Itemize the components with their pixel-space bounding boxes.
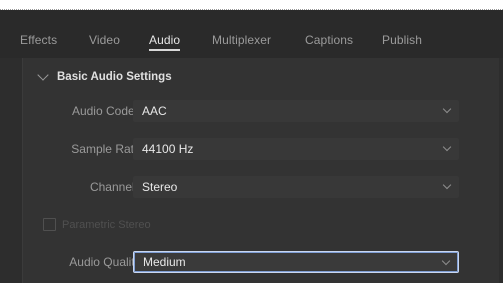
section-title: Basic Audio Settings [57, 71, 172, 83]
audio-quality-select[interactable]: Medium [133, 251, 459, 273]
parametric-stereo-option: Parametric Stereo [43, 218, 151, 231]
chevron-down-icon[interactable] [37, 69, 49, 81]
top-divider [0, 0, 503, 10]
export-settings-window: Effects Video Audio Multiplexer Captions… [0, 0, 503, 283]
sample-rate-row: Sample Rate: 44100 Hz [23, 138, 499, 162]
tab-bar: Effects Video Audio Multiplexer Captions… [0, 10, 503, 58]
audio-codec-select[interactable]: AAC [133, 100, 459, 122]
audio-codec-row: Audio Codec: AAC [23, 100, 499, 124]
chevron-down-icon [442, 180, 452, 190]
tab-captions[interactable]: Captions [305, 33, 353, 47]
sample-rate-value: 44100 Hz [142, 142, 194, 156]
tab-multiplexer[interactable]: Multiplexer [212, 33, 271, 47]
sample-rate-select[interactable]: 44100 Hz [133, 138, 459, 160]
channels-select[interactable]: Stereo [133, 176, 459, 198]
channels-row: Channels: Stereo [23, 176, 499, 200]
tab-effects[interactable]: Effects [20, 33, 57, 47]
channels-value: Stereo [142, 180, 178, 194]
tab-publish[interactable]: Publish [382, 33, 422, 47]
basic-audio-settings-header[interactable]: Basic Audio Settings [37, 68, 172, 86]
chevron-down-icon [442, 104, 452, 114]
tab-video[interactable]: Video [89, 33, 120, 47]
tab-audio[interactable]: Audio [149, 33, 181, 51]
audio-codec-value: AAC [142, 104, 167, 118]
audio-settings-panel: Basic Audio Settings Audio Codec: AAC Sa… [22, 58, 499, 283]
audio-quality-row: Audio Quality: Medium [23, 251, 499, 275]
audio-quality-value: Medium [143, 255, 186, 269]
parametric-stereo-label: Parametric Stereo [62, 218, 151, 231]
parametric-stereo-checkbox[interactable] [43, 218, 56, 231]
chevron-down-icon [442, 142, 452, 152]
chevron-down-icon [441, 256, 451, 266]
